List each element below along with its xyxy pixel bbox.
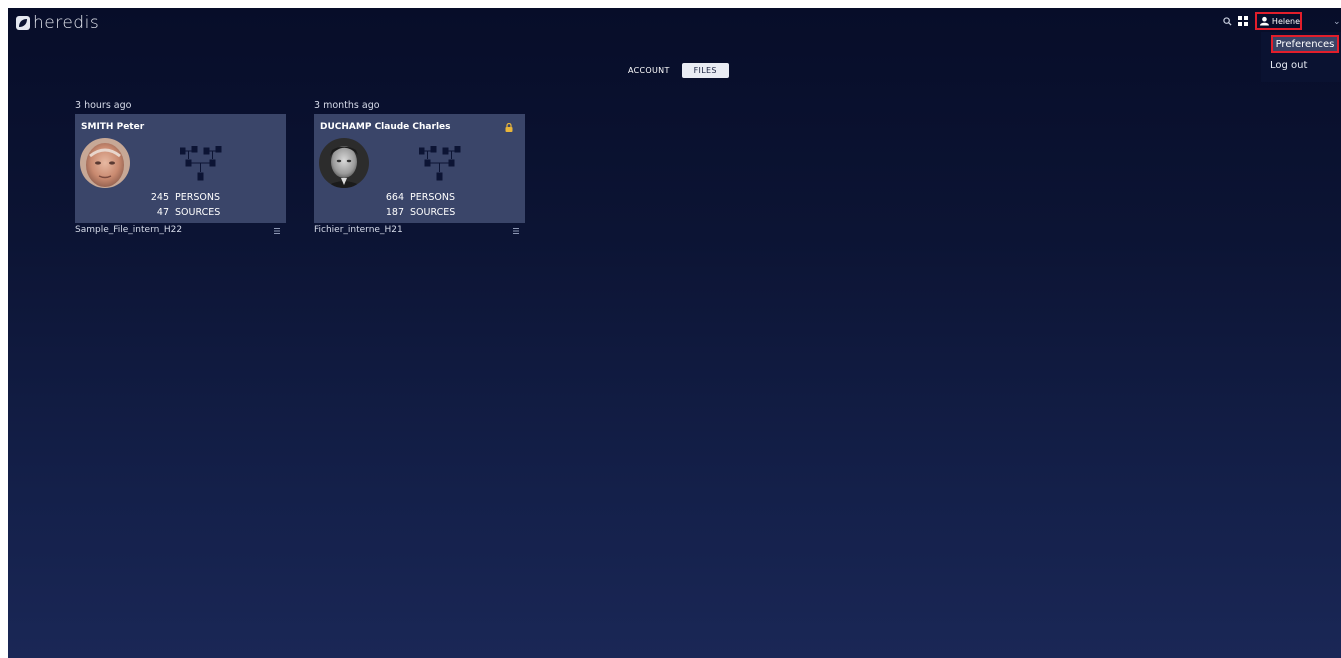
- user-icon: [1260, 16, 1269, 26]
- tab-account[interactable]: ACCOUNT: [628, 64, 670, 77]
- family-tree-icon: [419, 146, 461, 181]
- file-date: 3 hours ago: [75, 100, 132, 111]
- family-tree-icon: [180, 146, 222, 181]
- file-card[interactable]: SMITH Peter 245 PERSONS 47 SOURCES: [75, 114, 286, 223]
- file-stats: 664 PERSONS 187 SOURCES: [374, 190, 455, 220]
- user-dropdown-menu: Preferences Log out: [1261, 32, 1341, 82]
- search-icon[interactable]: [1223, 16, 1232, 26]
- chevron-down-icon[interactable]: ⌄: [1333, 17, 1341, 27]
- persons-count: 245: [150, 192, 169, 203]
- header-icons: [1223, 16, 1248, 26]
- tab-bar: ACCOUNT FILES: [628, 63, 729, 78]
- logo-text: heredis: [33, 13, 100, 33]
- file-card[interactable]: DUCHAMP Claude Charles 664 PERSONS 187 S…: [314, 114, 525, 223]
- sources-label: SOURCES: [410, 207, 456, 218]
- persons-count: 664: [385, 192, 404, 203]
- file-footer: Sample_File_intern_H22: [75, 225, 286, 239]
- file-stats: 245 PERSONS 47 SOURCES: [139, 190, 220, 220]
- persons-label: PERSONS: [410, 192, 455, 203]
- menu-icon[interactable]: [274, 228, 280, 234]
- file-date: 3 months ago: [314, 100, 380, 111]
- user-menu-button[interactable]: Helene: [1255, 12, 1302, 30]
- leaf-icon: [16, 16, 30, 30]
- file-card-wrapper: 3 months ago DUCHAMP Claude Charles 664 …: [314, 100, 525, 239]
- sources-label: SOURCES: [175, 207, 221, 218]
- heredis-logo[interactable]: heredis: [16, 12, 99, 34]
- file-footer: Fichier_interne_H21: [314, 225, 525, 239]
- preferences-menu-item[interactable]: Preferences: [1271, 35, 1339, 53]
- root-person-name: DUCHAMP Claude Charles: [320, 122, 451, 132]
- sources-count: 187: [385, 207, 404, 218]
- root-person-name: SMITH Peter: [81, 122, 145, 132]
- file-name: Fichier_interne_H21: [314, 225, 403, 235]
- file-card-wrapper: 3 hours ago SMITH Peter 245 PERSONS 47 S…: [75, 100, 286, 239]
- app-window: heredis Helene ⌄ Preferences Log out ACC…: [8, 8, 1341, 658]
- persons-label: PERSONS: [175, 192, 220, 203]
- file-name: Sample_File_intern_H22: [75, 225, 183, 235]
- avatar: [80, 138, 130, 188]
- tab-files[interactable]: FILES: [681, 63, 729, 78]
- lock-icon: [505, 123, 513, 132]
- logout-menu-item[interactable]: Log out: [1270, 60, 1307, 71]
- user-name: Helene: [1271, 16, 1300, 26]
- avatar: [319, 138, 369, 188]
- menu-icon[interactable]: [513, 228, 519, 234]
- sources-count: 47: [156, 207, 169, 218]
- grid-icon[interactable]: [1238, 16, 1248, 26]
